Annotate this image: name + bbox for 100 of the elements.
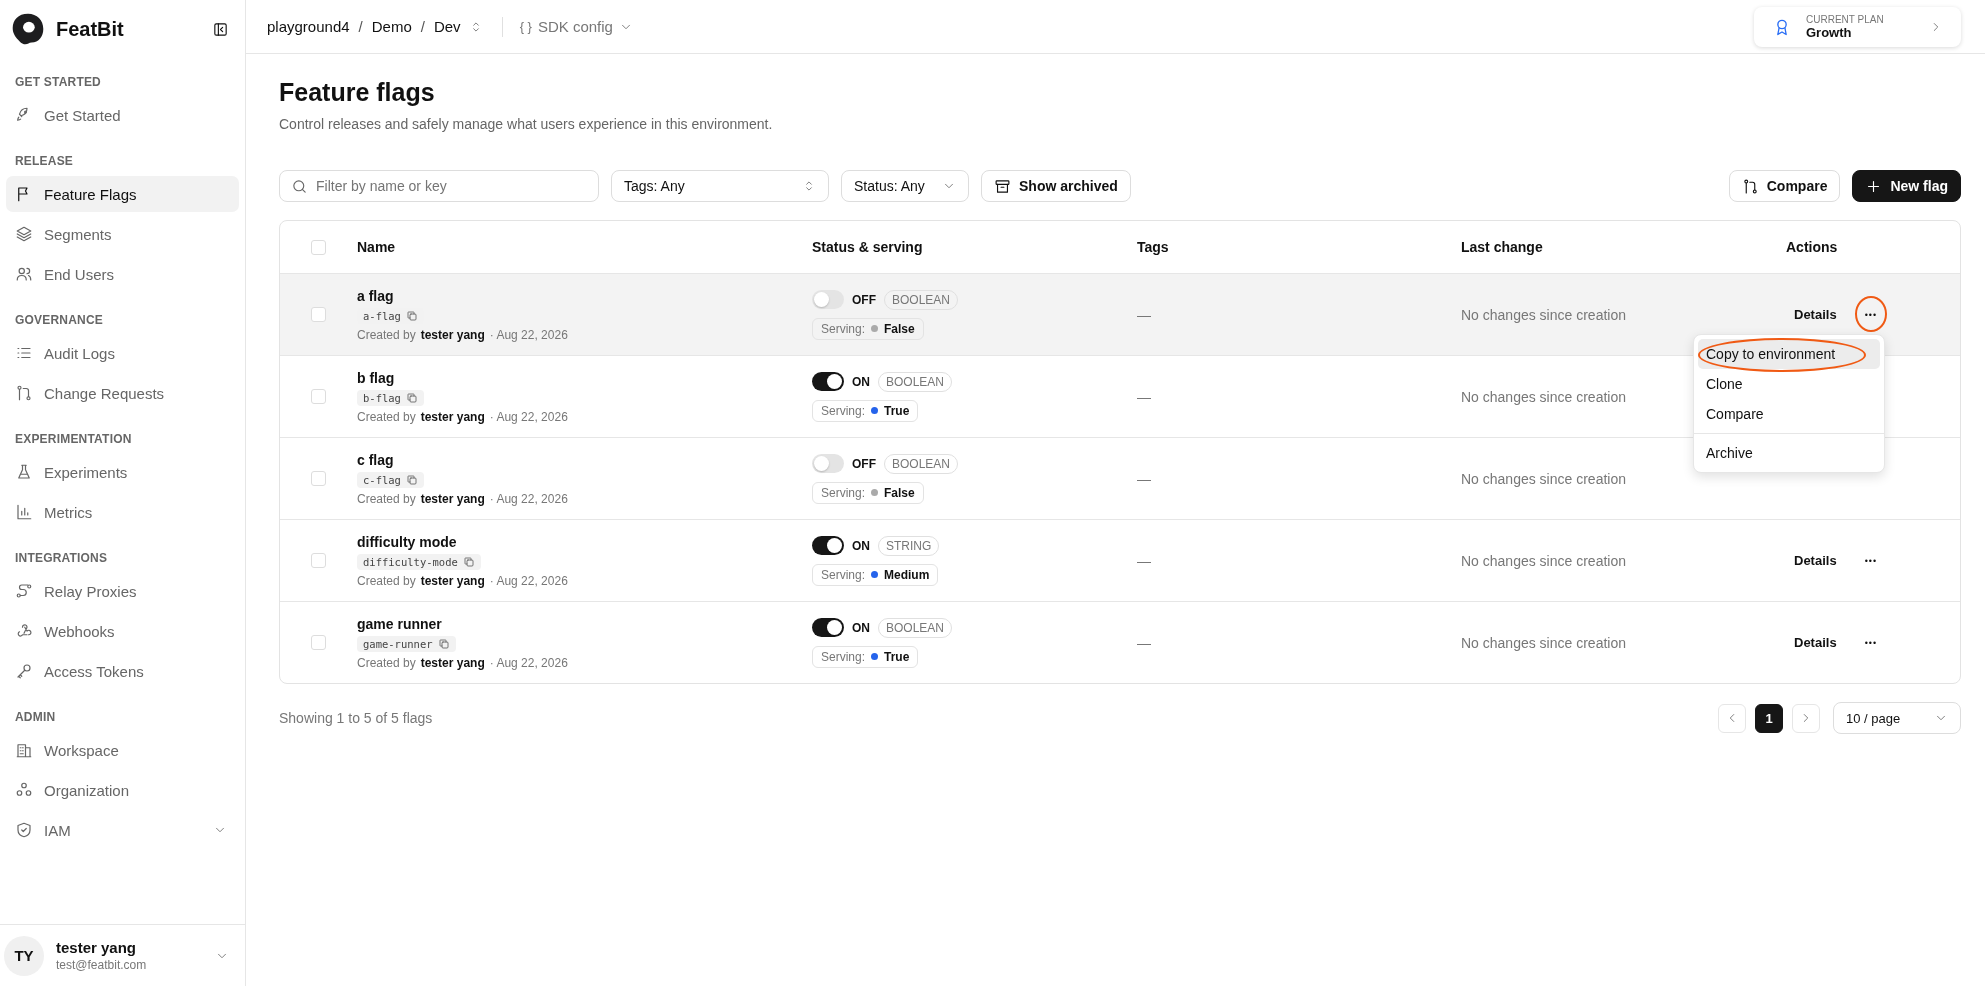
sidebar-item[interactable]: Webhooks [6,613,239,649]
sidebar-item[interactable]: Organization [6,772,239,808]
row-checkbox[interactable] [311,553,326,568]
table-cell: No changes since creation [1461,552,1626,569]
breadcrumb-separator: / [420,18,425,35]
menu-item[interactable]: Compare [1698,399,1880,429]
merge-icon [15,384,33,402]
serving-tag: Serving: True [812,399,919,422]
logo-icon [10,11,46,47]
row-checkbox[interactable] [311,471,326,486]
row-checkbox[interactable] [311,389,326,404]
toggle-switch[interactable] [812,536,844,555]
copy-icon [405,391,418,404]
menu-item[interactable]: Archive [1698,438,1880,468]
archive-icon [994,177,1011,195]
next-page-button[interactable] [1792,703,1820,733]
serving-tag: Serving: True [812,645,919,668]
sidebar-item[interactable]: Audit Logs [6,335,239,371]
sidebar-item[interactable]: End Users [6,256,239,292]
toggle-switch[interactable] [812,372,844,391]
flag-key: game-runner [357,635,456,652]
table-cell: No changes since creation [1461,388,1626,405]
route-icon [15,582,33,600]
table-cell: — [1137,388,1151,405]
column-header: Last change [1461,239,1543,255]
page-size-select[interactable]: 10 / page [1833,702,1961,734]
menu-item[interactable]: Copy to environment [1698,339,1880,369]
bar-chart-icon [15,503,33,521]
created-label: Created by [357,573,416,588]
copy-icon [405,309,418,322]
created-date: · Aug 22, 2026 [489,573,568,588]
compare-button[interactable]: Compare [1728,170,1841,202]
column-header: Name [357,239,396,255]
table-cell: No changes since creation [1461,470,1626,487]
menu-item[interactable]: Clone [1698,369,1880,399]
sdk-config-menu[interactable]: { } SDK config [519,18,633,35]
creator-name: tester yang [420,409,485,424]
toggle-switch[interactable] [812,618,844,637]
status-label: OFF [852,292,876,307]
created-label: Created by [357,409,416,424]
column-header: Tags [1137,239,1169,255]
page-subtitle: Control releases and safely manage what users experience in this environment. [279,116,774,132]
copy-icon [405,473,418,486]
status-label: ON [852,374,870,389]
sidebar-item[interactable]: IAM [6,812,239,848]
previous-page-button[interactable] [1718,703,1746,733]
environment-switcher[interactable]: Dev [433,18,483,35]
show-archived-button[interactable]: Show archived [981,170,1131,202]
row-checkbox[interactable] [311,307,326,322]
key-icon [15,662,33,680]
tags-filter[interactable]: Tags: Any [611,170,829,202]
serving-tag: Serving: Medium [812,563,939,586]
webhook-icon [15,622,33,640]
user-menu[interactable]: TY tester yang test@featbit.com [0,924,245,986]
details-link[interactable]: Details [1794,553,1837,568]
breadcrumb-link[interactable]: playground4 [267,18,350,35]
sidebar-item[interactable]: Segments [6,216,239,252]
user-name: tester yang [56,939,138,956]
sidebar-item[interactable]: Relay Proxies [6,573,239,609]
flag-name: b flag [357,369,395,386]
created-date: · Aug 22, 2026 [489,327,568,342]
sidebar-item[interactable]: Experiments [6,454,239,490]
plan-card[interactable]: CURRENT PLAN Growth [1754,6,1961,47]
users-icon [15,265,33,283]
flag-name: game runner [357,615,442,632]
more-button[interactable]: ••• [1862,306,1880,324]
details-link[interactable]: Details [1794,635,1837,650]
row-checkbox[interactable] [311,635,326,650]
collapse-sidebar-icon [212,20,229,38]
status-label: ON [852,620,870,635]
page-button[interactable]: 1 [1755,703,1783,733]
user-email: test@featbit.com [56,958,147,972]
new-flag-button[interactable]: New flag [1852,170,1961,202]
flag-name: difficulty mode [357,533,457,550]
more-button[interactable]: ••• [1862,552,1880,570]
flag-name: a flag [357,287,394,304]
sidebar-item[interactable]: Metrics [6,494,239,530]
select-all-checkbox[interactable] [311,239,326,255]
details-link[interactable]: Details [1794,307,1837,322]
flag-key: b-flag [357,389,424,406]
sidebar-item[interactable]: Change Requests [6,375,239,411]
table-cell: — [1137,470,1151,487]
page-title: Feature flags [279,78,436,107]
search-field[interactable]: Filter by name or key [279,170,599,202]
toggle-switch[interactable] [812,290,844,309]
status-filter[interactable]: Status: Any [841,170,969,202]
more-button[interactable]: ••• [1862,634,1880,652]
breadcrumb-link[interactable]: Demo [371,18,412,35]
sidebar-item[interactable]: Feature Flags [6,176,239,212]
section-label: INTEGRATIONS [14,550,109,567]
table-cell: — [1137,634,1151,651]
toggle-switch[interactable] [812,454,844,473]
status-label: OFF [852,456,876,471]
created-date: · Aug 22, 2026 [489,409,568,424]
table-cell: No changes since creation [1461,306,1626,323]
created-date: · Aug 22, 2026 [489,491,568,506]
sidebar-item[interactable]: Get Started [6,97,239,133]
sidebar-item[interactable]: Workspace [6,732,239,768]
sidebar-item[interactable]: Access Tokens [6,653,239,689]
results-summary: Showing 1 to 5 of 5 flags [279,710,433,726]
